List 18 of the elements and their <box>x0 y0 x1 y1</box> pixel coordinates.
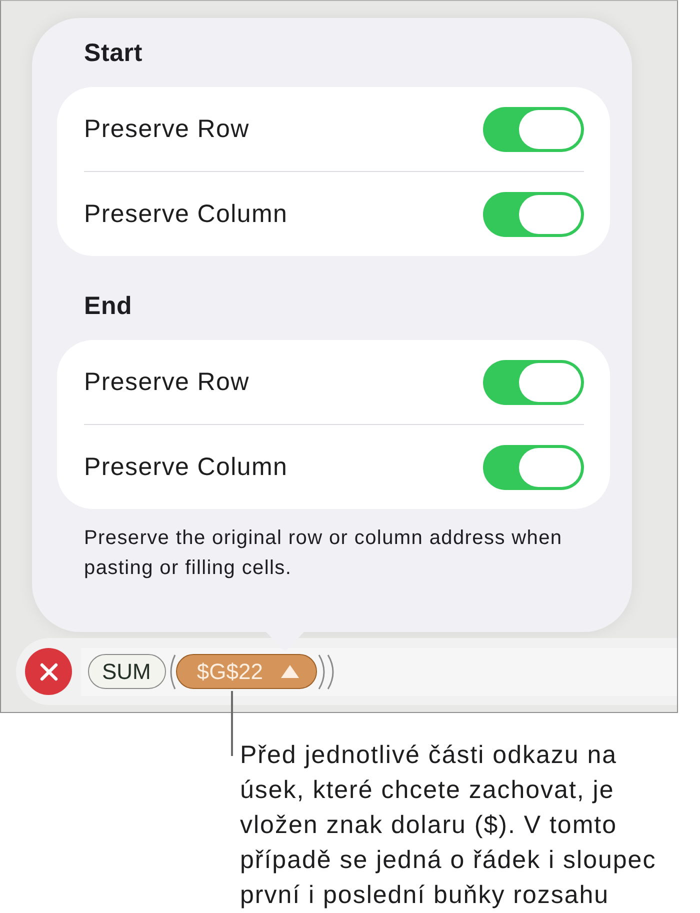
option-label: Preserve Column <box>84 452 288 482</box>
close-button[interactable] <box>25 648 72 695</box>
toggle-switch[interactable] <box>483 192 584 236</box>
leader-line <box>231 691 233 756</box>
callout-text: Před jednotlivé části odkazu na úsek, které chcete zachovat, je vložen znak dolaru ($). V tomto případě se jedná o řádek i sloupec první i poslední buňky rozsahu <box>240 740 658 911</box>
section-heading: End <box>83 291 134 321</box>
option-label: Preserve Row <box>84 114 250 144</box>
toggle-switch[interactable] <box>483 360 584 404</box>
close-icon <box>38 662 58 682</box>
footer-note: Preserve the original row or column address when pasting or filling cells. <box>83 526 564 581</box>
section-heading: Start <box>83 38 144 68</box>
toggle-switch[interactable] <box>483 444 584 490</box>
caret-icon[interactable] <box>280 665 299 678</box>
option-label: Preserve Column <box>84 200 288 228</box>
function-token[interactable]: SUM <box>88 654 166 689</box>
toggle-switch[interactable] <box>483 106 584 152</box>
option-label: Preserve Row <box>84 368 250 396</box>
formula-field[interactable]: SUM $G$22 <box>81 648 677 696</box>
